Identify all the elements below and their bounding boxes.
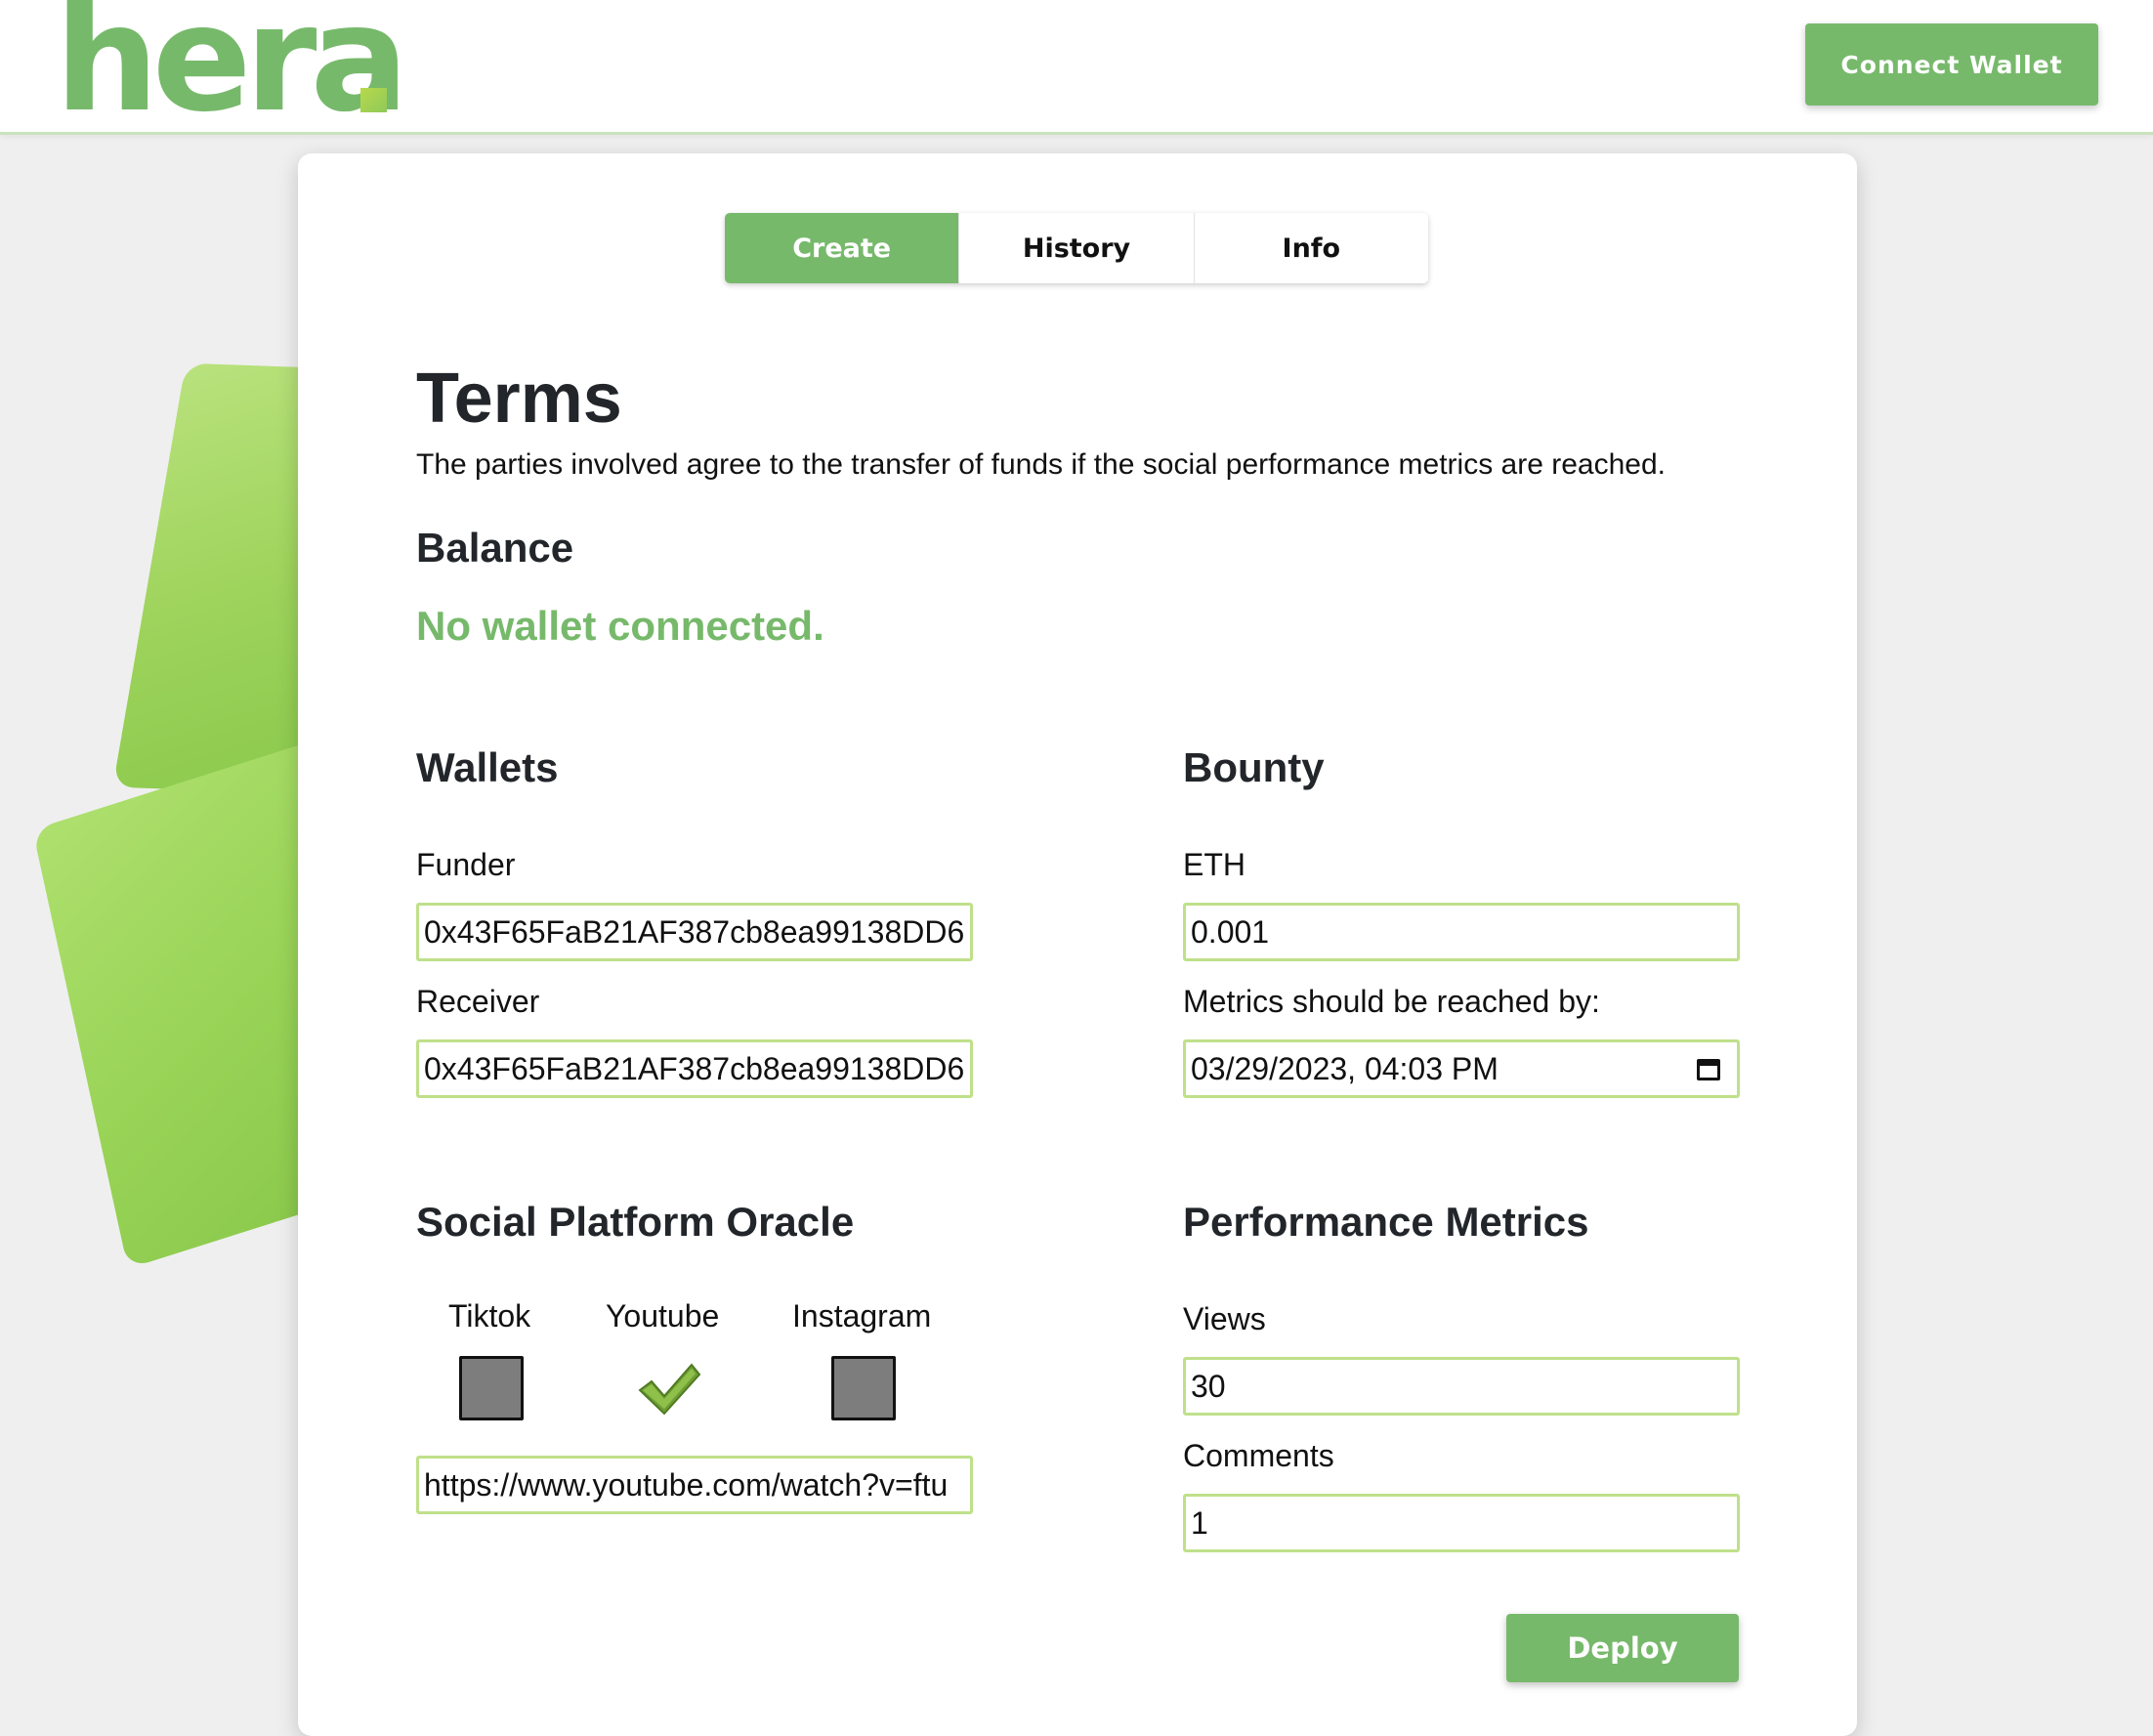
content-url-value: https://www.youtube.com/watch?v=ftu — [424, 1466, 949, 1503]
deadline-value: 03/29/2023, 04:03 PM — [1191, 1050, 1499, 1086]
tab-create[interactable]: Create — [725, 213, 960, 283]
metrics-title: Performance Metrics — [1183, 1199, 1589, 1245]
wallet-status: No wallet connected. — [416, 603, 824, 649]
top-bar: hera Connect Wallet — [0, 0, 2153, 135]
deadline-datetime-input[interactable]: 03/29/2023, 04:03 PM — [1183, 1039, 1740, 1098]
deadline-label: Metrics should be reached by: — [1183, 984, 1600, 1019]
instagram-checkbox[interactable] — [831, 1356, 896, 1420]
tab-bar: Create History Info — [725, 213, 1428, 283]
eth-amount-value: 0.001 — [1191, 913, 1270, 950]
youtube-checkmark-icon[interactable] — [635, 1355, 703, 1423]
funder-value: 0x43F65FaB21AF387cb8ea99138DD6 — [424, 913, 965, 950]
views-value: 30 — [1191, 1368, 1226, 1404]
comments-input[interactable]: 1 — [1183, 1494, 1740, 1552]
bounty-title: Bounty — [1183, 744, 1325, 790]
receiver-label: Receiver — [416, 984, 540, 1019]
logo-dot — [360, 88, 387, 112]
calendar-icon[interactable] — [1697, 1056, 1720, 1081]
terms-description: The parties involved agree to the transf… — [416, 448, 1666, 481]
funder-input[interactable]: 0x43F65FaB21AF387cb8ea99138DD6 — [416, 903, 973, 961]
connect-wallet-button[interactable]: Connect Wallet — [1805, 23, 2098, 106]
deploy-button[interactable]: Deploy — [1506, 1614, 1739, 1682]
views-input[interactable]: 30 — [1183, 1357, 1740, 1416]
eth-amount-input[interactable]: 0.001 — [1183, 903, 1740, 961]
oracle-title: Social Platform Oracle — [416, 1199, 855, 1245]
platform-label-youtube: Youtube — [606, 1298, 720, 1334]
tiktok-checkbox[interactable] — [459, 1356, 524, 1420]
create-card: Create History Info Terms The parties in… — [298, 153, 1857, 1736]
comments-label: Comments — [1183, 1438, 1334, 1473]
eth-label: ETH — [1183, 847, 1245, 882]
receiver-value: 0x43F65FaB21AF387cb8ea99138DD6 — [424, 1050, 965, 1086]
receiver-input[interactable]: 0x43F65FaB21AF387cb8ea99138DD6 — [416, 1039, 973, 1098]
views-label: Views — [1183, 1301, 1266, 1336]
tab-history[interactable]: History — [959, 213, 1195, 283]
terms-title: Terms — [416, 360, 622, 438]
tab-info[interactable]: Info — [1195, 213, 1428, 283]
comments-value: 1 — [1191, 1504, 1208, 1541]
hera-logo: hera — [55, 0, 409, 145]
balance-title: Balance — [416, 525, 574, 571]
platform-label-tiktok: Tiktok — [448, 1298, 531, 1334]
wallets-title: Wallets — [416, 744, 559, 790]
content-url-input[interactable]: https://www.youtube.com/watch?v=ftu — [416, 1456, 973, 1514]
platform-label-instagram: Instagram — [792, 1298, 932, 1334]
funder-label: Funder — [416, 847, 516, 882]
